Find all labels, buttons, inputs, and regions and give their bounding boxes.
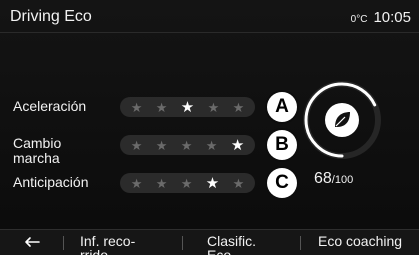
status-bar: 0°C 10:05 xyxy=(351,9,411,26)
eco-score-gauge xyxy=(303,81,381,159)
eco-driving-screen: Driving Eco 0°C 10:05 Aceleración ★ ★ ★ ★ ★ … xyxy=(0,0,419,255)
eco-score-max: /100 xyxy=(331,174,354,186)
star-icon: ★ xyxy=(130,137,143,153)
rating-label-gear-change: Cambio marcha xyxy=(13,135,62,166)
star-icon: ★ xyxy=(180,137,193,153)
star-icon-active: ★ xyxy=(205,174,220,192)
star-icon-active: ★ xyxy=(230,136,245,154)
rating-label-anticipation: Anticipación xyxy=(13,174,89,190)
star-icon: ★ xyxy=(155,99,168,115)
star-icon-active: ★ xyxy=(180,98,195,116)
tab-eco-rating[interactable]: Clasific. Eco xyxy=(207,234,256,255)
marker-c: C xyxy=(267,168,297,198)
star-icon: ★ xyxy=(130,99,143,115)
eco-score: 68/100 xyxy=(314,170,353,188)
back-arrow-icon[interactable] xyxy=(22,233,44,251)
header-divider xyxy=(0,32,419,33)
bottom-nav: Inf. reco- rrido Clasific. Eco Eco coach… xyxy=(0,229,419,255)
clock: 10:05 xyxy=(373,9,411,26)
nav-separator xyxy=(182,236,183,250)
star-icon: ★ xyxy=(130,175,143,191)
star-rating-anticipation: ★ ★ ★ ★ ★ xyxy=(120,173,255,193)
outside-temperature: 0°C xyxy=(350,14,368,25)
star-icon: ★ xyxy=(232,99,245,115)
page-title: Driving Eco xyxy=(10,8,92,25)
star-rating-gear-change: ★ ★ ★ ★ ★ xyxy=(120,135,255,155)
marker-a: A xyxy=(267,92,297,122)
nav-separator xyxy=(300,236,301,250)
tab-trip-info[interactable]: Inf. reco- rrido xyxy=(80,234,135,255)
star-rating-acceleration: ★ ★ ★ ★ ★ xyxy=(120,97,255,117)
star-icon: ★ xyxy=(155,137,168,153)
star-icon: ★ xyxy=(155,175,168,191)
eco-score-value: 68 xyxy=(314,170,332,187)
star-icon: ★ xyxy=(232,175,245,191)
star-icon: ★ xyxy=(207,99,220,115)
star-icon: ★ xyxy=(205,137,218,153)
rating-label-acceleration: Aceleración xyxy=(13,98,87,114)
nav-separator xyxy=(63,236,64,250)
marker-b: B xyxy=(267,130,297,160)
tab-eco-coaching[interactable]: Eco coaching xyxy=(318,234,402,255)
star-icon: ★ xyxy=(180,175,193,191)
